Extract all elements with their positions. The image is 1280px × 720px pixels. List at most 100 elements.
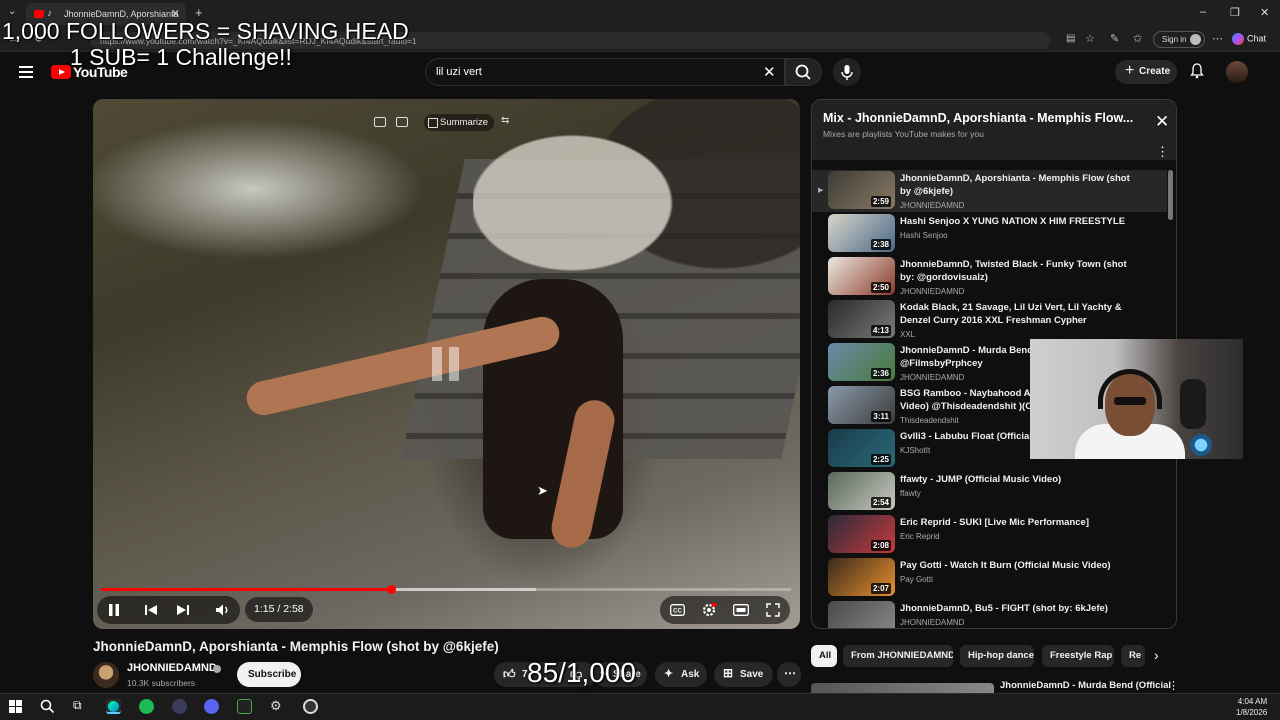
playlist-item[interactable]: ▶ 2:59 JhonnieDamnD, Aporshianta - Memphis… bbox=[812, 170, 1167, 212]
save-button[interactable]: ⊞ Save bbox=[714, 662, 773, 687]
pause-overlay-icon[interactable] bbox=[432, 347, 460, 381]
favorites-icon[interactable]: ✩ bbox=[1133, 32, 1142, 45]
favorite-star-icon[interactable]: ☆ bbox=[1085, 32, 1095, 45]
fullscreen-icon[interactable] bbox=[766, 603, 780, 617]
playlist-item-title[interactable]: JhonnieDamnD, Twisted Black - Funky Town… bbox=[900, 258, 1140, 284]
filter-chip[interactable]: Freestyle Rap bbox=[1042, 645, 1114, 667]
playlist-title[interactable]: Mix - JhonnieDamnD, Aporshianta - Memphi… bbox=[823, 111, 1133, 125]
channel-name[interactable]: JHONNIEDAMND bbox=[127, 662, 217, 674]
playlist-item-title[interactable]: Pay Gotti - Watch It Burn (Official Musi… bbox=[900, 559, 1140, 572]
previous-icon[interactable] bbox=[144, 603, 158, 617]
ask-button[interactable]: ✦ Ask bbox=[655, 662, 707, 687]
search-button[interactable] bbox=[785, 58, 822, 86]
tab-list-chevron-icon[interactable]: ⌄ bbox=[8, 6, 16, 17]
pause-icon[interactable] bbox=[107, 603, 121, 617]
playlist-thumbnail[interactable]: 4:13 bbox=[828, 300, 895, 338]
playlist-item-channel: KJShotIt bbox=[900, 446, 931, 455]
sign-in-label: Sign in bbox=[1162, 35, 1187, 44]
close-window-icon[interactable]: ✕ bbox=[1260, 6, 1269, 19]
now-playing-icon: ▶ bbox=[818, 187, 824, 194]
volume-icon[interactable] bbox=[215, 603, 231, 617]
copilot-chat-button[interactable]: Chat bbox=[1232, 33, 1266, 45]
filter-chip[interactable]: Re bbox=[1121, 645, 1145, 667]
subscribe-button[interactable]: Subscribe bbox=[237, 662, 301, 687]
filter-chip[interactable]: From JHONNIEDAMND bbox=[843, 645, 953, 667]
playlist-thumbnail[interactable]: 2:59 bbox=[828, 171, 895, 209]
playlist-thumbnail[interactable] bbox=[828, 601, 895, 628]
playlist-item-title[interactable]: Hashi Senjoo X YUNG NATION X HIM FREESTY… bbox=[900, 215, 1140, 228]
theater-mode-icon[interactable] bbox=[733, 604, 749, 616]
extensions-icon[interactable]: ✎ bbox=[1110, 32, 1119, 45]
youtube-logo-icon[interactable] bbox=[51, 65, 71, 79]
playlist-item-channel: Eric Reprid bbox=[900, 532, 940, 541]
translate-icon[interactable]: ⇆ bbox=[501, 115, 509, 126]
playlist-thumbnail[interactable]: 2:25 bbox=[828, 429, 895, 467]
terminal-app-icon[interactable] bbox=[237, 699, 252, 714]
search-input[interactable]: lil uzi vert bbox=[425, 58, 785, 86]
chips-next-icon[interactable]: › bbox=[1154, 647, 1159, 663]
create-label: Create bbox=[1139, 66, 1171, 77]
playlist-thumbnail[interactable]: 2:08 bbox=[828, 515, 895, 553]
account-avatar[interactable] bbox=[1226, 61, 1248, 83]
playlist-item-title[interactable]: JhonnieDamnD, Bu5 - FIGHT (shot by: 6kJe… bbox=[900, 602, 1140, 615]
settings-gear-icon[interactable] bbox=[701, 602, 717, 618]
sign-in-button[interactable]: Sign in bbox=[1153, 31, 1205, 48]
save-label: Save bbox=[740, 669, 764, 680]
create-button[interactable]: Create bbox=[1115, 60, 1177, 84]
more-actions-button[interactable]: ⋯ bbox=[777, 662, 801, 687]
playlist-item-title[interactable]: JhonnieDamnD, Aporshianta - Memphis Flow… bbox=[900, 172, 1140, 198]
playlist-item-title[interactable]: ffawty - JUMP (Official Music Video) bbox=[900, 473, 1140, 486]
cast-icon[interactable] bbox=[396, 116, 408, 127]
settings-app-icon[interactable]: ⚙ bbox=[270, 698, 282, 714]
svg-text:CC: CC bbox=[673, 609, 682, 615]
menu-icon[interactable] bbox=[19, 66, 33, 81]
clear-search-icon[interactable]: ✕ bbox=[763, 63, 776, 81]
more-menu-icon[interactable]: ⋯ bbox=[1212, 32, 1223, 45]
recommendation-more-icon[interactable]: ⋮ bbox=[1168, 679, 1179, 692]
task-view-icon[interactable]: ⧉ bbox=[73, 698, 82, 713]
playlist-more-icon[interactable]: ⋮ bbox=[1156, 145, 1169, 158]
next-icon[interactable] bbox=[176, 603, 190, 617]
summarize-button[interactable]: Summarize bbox=[424, 114, 495, 131]
obs-icon[interactable] bbox=[303, 699, 318, 714]
playlist-duration: 3:11 bbox=[871, 411, 891, 422]
taskbar-search-icon[interactable] bbox=[40, 699, 55, 714]
taskbar-clock[interactable]: 4:04 AM 1/8/2026 bbox=[1236, 696, 1267, 718]
filter-chip[interactable]: All bbox=[811, 645, 837, 667]
playlist-item[interactable]: JhonnieDamnD, Bu5 - FIGHT (shot by: 6kJe… bbox=[812, 600, 1167, 628]
recommendation-title[interactable]: JhonnieDamnD - Murda Bend (Official bbox=[1000, 680, 1171, 691]
filter-chip[interactable]: Hip-hop dance bbox=[960, 645, 1034, 667]
edge-browser-icon[interactable] bbox=[106, 699, 121, 714]
playlist-thumbnail[interactable]: 2:54 bbox=[828, 472, 895, 510]
spotify-icon[interactable] bbox=[139, 699, 154, 714]
voice-search-button[interactable] bbox=[833, 58, 861, 86]
maximize-icon[interactable]: ❐ bbox=[1230, 6, 1240, 19]
playlist-item[interactable]: 4:13 Kodak Black, 21 Savage, Lil Uzi Vert… bbox=[812, 299, 1167, 341]
reader-icon[interactable]: ▤ bbox=[1066, 33, 1075, 44]
playlist-thumbnail[interactable]: 2:38 bbox=[828, 214, 895, 252]
notifications-bell-icon[interactable] bbox=[1190, 63, 1204, 79]
discord-icon[interactable] bbox=[204, 699, 219, 714]
playlist-item-title[interactable]: Eric Reprid - SUKI [Live Mic Performance… bbox=[900, 516, 1140, 529]
captions-icon[interactable]: CC bbox=[670, 604, 685, 616]
app-icon-grid[interactable] bbox=[172, 699, 187, 714]
playlist-thumbnail[interactable]: 3:11 bbox=[828, 386, 895, 424]
windows-start-icon[interactable] bbox=[9, 700, 22, 713]
playlist-thumbnail[interactable]: 2:50 bbox=[828, 257, 895, 295]
playlist-item[interactable]: 2:08 Eric Reprid - SUKI [Live Mic Perform… bbox=[812, 514, 1167, 556]
playlist-thumbnail[interactable]: 2:36 bbox=[828, 343, 895, 381]
playlist-item[interactable]: 2:38 Hashi Senjoo X YUNG NATION X HIM FRE… bbox=[812, 213, 1167, 255]
progress-scrubber-handle[interactable] bbox=[386, 585, 396, 594]
playlist-scrollbar[interactable] bbox=[1168, 170, 1173, 220]
playlist-item-title[interactable]: Kodak Black, 21 Savage, Lil Uzi Vert, Li… bbox=[900, 301, 1140, 327]
playback-time: 1:15 / 2:58 bbox=[245, 597, 313, 622]
recommendation-thumbnail[interactable] bbox=[811, 683, 994, 693]
playlist-item[interactable]: 2:50 JhonnieDamnD, Twisted Black - Funky … bbox=[812, 256, 1167, 298]
minimize-icon[interactable]: – bbox=[1200, 6, 1206, 18]
miniplayer-icon[interactable] bbox=[374, 116, 386, 127]
playlist-thumbnail[interactable]: 2:07 bbox=[828, 558, 895, 596]
channel-avatar[interactable] bbox=[93, 662, 119, 688]
playlist-item[interactable]: 2:07 Pay Gotti - Watch It Burn (Official … bbox=[812, 557, 1167, 599]
close-playlist-icon[interactable]: ✕ bbox=[1155, 112, 1169, 132]
playlist-item[interactable]: 2:54 ffawty - JUMP (Official Music Video)… bbox=[812, 471, 1167, 513]
